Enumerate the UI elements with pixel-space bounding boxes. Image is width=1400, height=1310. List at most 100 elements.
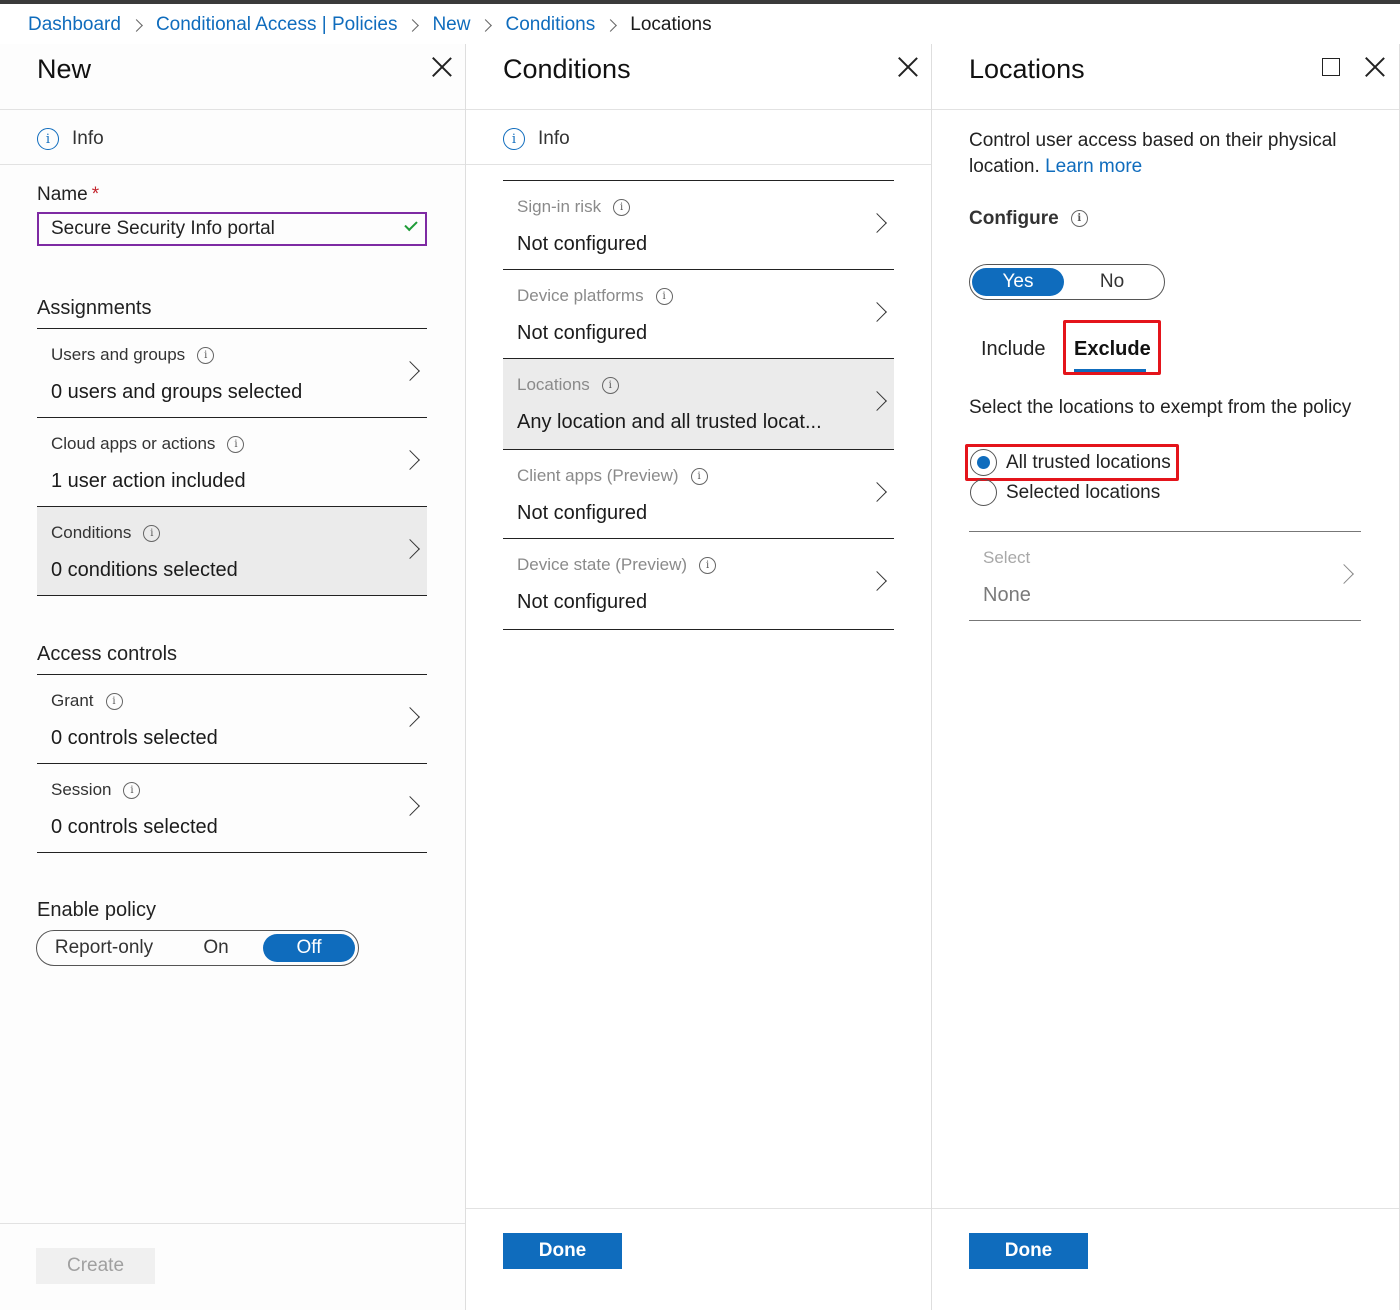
info-icon[interactable]: i (197, 347, 215, 365)
breadcrumb-policies[interactable]: Conditional Access | Policies (156, 14, 398, 36)
chevron-right-icon (130, 18, 143, 32)
name-label: Name * (37, 184, 99, 206)
item-value: Not configured (517, 322, 648, 344)
radio-label: Selected locations (1006, 481, 1161, 503)
client-apps-item[interactable]: Client apps (Preview) i Not configured (503, 450, 894, 539)
new-policy-panel: New i Info Name * Secure Security Info po… (0, 44, 466, 1310)
chevron-right-icon (479, 18, 493, 32)
info-link[interactable]: i Info (37, 128, 104, 150)
item-title-text: Device state (Preview) (517, 555, 688, 574)
item-title: Select (983, 548, 1031, 567)
chevron-right-icon (604, 18, 618, 32)
item-value: Not configured (517, 591, 648, 613)
item-value: 0 conditions selected (51, 559, 238, 581)
chevron-right-icon (400, 707, 420, 727)
trusted-locations-highlight (965, 444, 1179, 481)
users-and-groups-item[interactable]: Users and groups i 0 users and groups sel… (37, 329, 427, 418)
chevron-right-icon (400, 450, 420, 470)
configure-option-yes[interactable]: Yes (972, 268, 1064, 296)
info-icon[interactable]: i (227, 436, 245, 454)
access-controls-heading: Access controls (37, 643, 178, 665)
info-icon[interactable]: i (690, 468, 708, 486)
chevron-right-icon (867, 391, 887, 411)
locations-item[interactable]: Locations i Any location and all trusted … (503, 359, 894, 450)
info-icon[interactable]: i (123, 782, 141, 800)
divider (932, 109, 1399, 110)
learn-more-link[interactable]: Learn more (1045, 156, 1142, 177)
required-asterisk: * (91, 184, 100, 205)
cloud-apps-item[interactable]: Cloud apps or actions i 1 user action inc… (37, 418, 427, 507)
access-controls-list: Grant i 0 controls selected Session i 0 co… (37, 674, 427, 853)
info-icon[interactable]: i (699, 557, 717, 575)
conditions-item[interactable]: Conditions i 0 conditions selected (37, 507, 427, 596)
info-label: Info (538, 128, 570, 149)
item-title-text: Session (51, 780, 112, 799)
close-icon[interactable] (1364, 56, 1386, 78)
item-title: Sign-in risk i (517, 197, 631, 217)
item-title-text: Client apps (Preview) (517, 466, 679, 485)
enable-policy-heading: Enable policy (37, 899, 156, 921)
item-title-text: Device platforms (517, 286, 644, 305)
info-icon[interactable]: i (613, 199, 631, 217)
item-value: 0 controls selected (51, 727, 218, 749)
info-icon[interactable]: i (105, 693, 123, 711)
info-link[interactable]: i Info (503, 128, 570, 150)
item-value: Any location and all trusted locat... (517, 411, 822, 433)
policy-name-input[interactable]: Secure Security Info portal (37, 212, 427, 246)
info-icon[interactable]: i (143, 525, 161, 543)
info-icon[interactable]: i (601, 377, 619, 395)
maximize-icon[interactable] (1322, 58, 1340, 76)
close-icon[interactable] (897, 56, 919, 78)
configure-toggle: Yes No (969, 264, 1165, 300)
session-item[interactable]: Session i 0 controls selected (37, 764, 427, 853)
breadcrumb-new[interactable]: New (432, 14, 470, 36)
item-title-text: Cloud apps or actions (51, 434, 216, 453)
done-button[interactable]: Done (503, 1233, 622, 1269)
name-label-text: Name (37, 184, 88, 205)
locations-panel: Locations Control user access based on t… (932, 44, 1400, 1310)
assignments-list: Users and groups i 0 users and groups sel… (37, 328, 427, 596)
divider (0, 1223, 465, 1224)
conditions-list: Sign-in risk i Not configured Device plat… (503, 180, 894, 630)
breadcrumb-dashboard[interactable]: Dashboard (28, 14, 121, 36)
sign-in-risk-item[interactable]: Sign-in risk i Not configured (503, 181, 894, 270)
enable-option-report-only[interactable]: Report-only (39, 934, 169, 962)
item-value: 0 users and groups selected (51, 381, 303, 403)
chevron-right-icon (867, 213, 887, 233)
window-top-border (0, 0, 1400, 4)
info-icon[interactable]: i (1070, 210, 1088, 228)
info-icon: i (37, 128, 59, 150)
device-platforms-item[interactable]: Device platforms i Not configured (503, 270, 894, 359)
create-button[interactable]: Create (36, 1248, 155, 1284)
breadcrumb-locations: Locations (630, 14, 712, 35)
item-title: Users and groups i (51, 345, 215, 365)
configure-label-text: Configure (969, 208, 1059, 229)
info-icon: i (503, 128, 525, 150)
chevron-right-icon (400, 539, 420, 559)
enable-option-on[interactable]: On (169, 934, 263, 962)
configure-option-no[interactable]: No (1064, 268, 1160, 296)
breadcrumb-conditions[interactable]: Conditions (505, 14, 595, 36)
item-title: Device state (Preview) i (517, 555, 717, 575)
radio-unselected-icon (970, 479, 997, 506)
chevron-right-icon (406, 18, 420, 32)
chevron-right-icon (867, 571, 887, 591)
divider (466, 164, 931, 165)
tab-include[interactable]: Include (981, 338, 1046, 361)
close-icon[interactable] (431, 56, 453, 78)
info-label: Info (72, 128, 104, 149)
grant-item[interactable]: Grant i 0 controls selected (37, 675, 427, 764)
done-button[interactable]: Done (969, 1233, 1088, 1269)
item-title-text: Grant (51, 691, 94, 710)
enable-option-off[interactable]: Off (263, 934, 355, 962)
item-title: Conditions i (51, 523, 161, 543)
policy-name-value: Secure Security Info portal (51, 218, 275, 239)
item-title: Locations i (517, 375, 619, 395)
select-locations-list: Select None (969, 531, 1361, 621)
select-locations-item[interactable]: Select None (969, 532, 1361, 621)
item-value: 0 controls selected (51, 816, 218, 838)
radio-selected-locations[interactable]: Selected locations (970, 479, 1160, 506)
info-icon[interactable]: i (655, 288, 673, 306)
device-state-item[interactable]: Device state (Preview) i Not configured (503, 539, 894, 630)
item-value: None (983, 584, 1031, 606)
